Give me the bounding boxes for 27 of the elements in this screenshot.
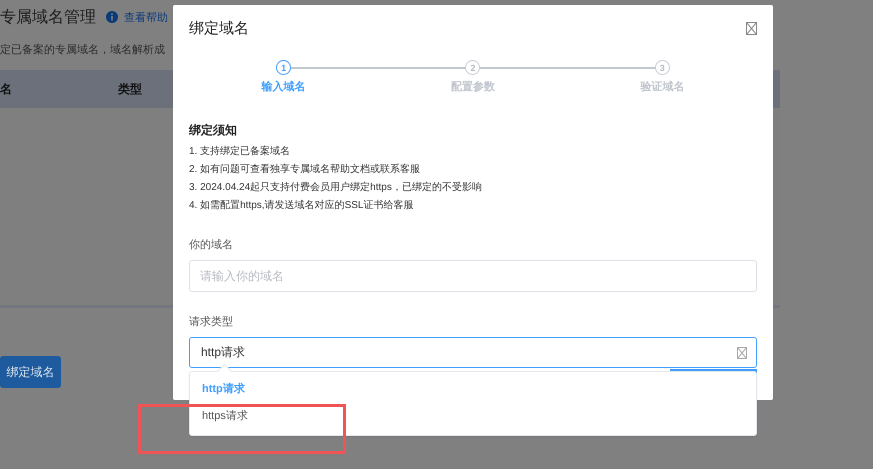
page-description: 定已备案的专属域名，域名解析成 <box>0 42 165 57</box>
dropdown-option[interactable]: http请求 <box>190 376 756 403</box>
column-header: 名 <box>0 80 13 98</box>
notice-item: 2. 如有问题可查看独享专属域名帮助文档或联系客服 <box>189 165 422 175</box>
step-number: 1 <box>276 60 292 75</box>
step-number: 3 <box>654 60 670 75</box>
notice-item: 1. 支持绑定已备案域名 <box>189 147 292 157</box>
field-label: 请求类型 <box>189 315 234 329</box>
notice-item: 4. 如需配置https,请发送域名对应的SSL证书给客服 <box>189 201 414 211</box>
clear-icon[interactable] <box>737 346 747 358</box>
request-type-select[interactable]: http请求 <box>189 337 757 368</box>
bind-domain-button[interactable]: 绑定域名 <box>0 356 61 388</box>
field-label: 你的域名 <box>189 238 234 252</box>
info-icon[interactable] <box>106 11 118 23</box>
step-label: 输入域名 <box>262 80 306 94</box>
step-label: 配置参数 <box>450 80 495 94</box>
notice-title: 绑定须知 <box>189 122 238 139</box>
column-header: 类型 <box>118 80 142 98</box>
help-link[interactable]: 查看帮助 <box>124 10 168 24</box>
step-label: 验证域名 <box>640 80 684 94</box>
close-icon[interactable] <box>746 22 757 35</box>
notice-item: 3. 2024.04.24起只支持付费会员用户绑定https，已绑定的不受影响 <box>189 183 483 193</box>
page-title: 专属域名管理 <box>0 8 96 28</box>
dialog-title: 绑定域名 <box>189 19 249 38</box>
domain-input-field[interactable]: 请输入你的域名 <box>189 260 757 292</box>
step-number: 2 <box>465 60 480 75</box>
dropdown-option[interactable]: https请求 <box>190 403 756 430</box>
